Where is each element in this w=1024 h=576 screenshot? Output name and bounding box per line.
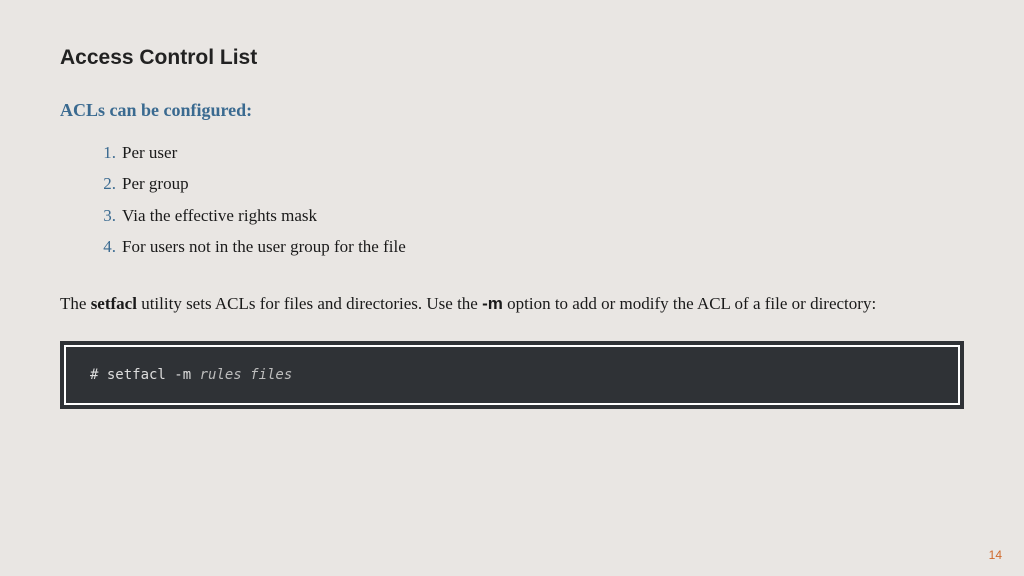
- code-args: rules files: [200, 367, 293, 383]
- list-item: 3. Via the effective rights mask: [122, 200, 964, 231]
- list-text: For users not in the user group for the …: [122, 237, 406, 256]
- list-item: 2. Per group: [122, 168, 964, 199]
- list-item: 4. For users not in the user group for t…: [122, 231, 964, 262]
- code-block: # setfacl -m rules files: [64, 345, 960, 405]
- list-number: 2.: [96, 168, 116, 199]
- desc-text: utility sets ACLs for files and director…: [137, 294, 482, 313]
- subheading: ACLs can be configured:: [60, 100, 964, 121]
- list-number: 1.: [96, 137, 116, 168]
- desc-text: The: [60, 294, 91, 313]
- code-command: setfacl -m: [107, 367, 200, 383]
- page-number: 14: [989, 548, 1002, 562]
- code-prompt: #: [90, 367, 107, 383]
- desc-bold-option: -m: [482, 294, 503, 313]
- desc-bold-setfacl: setfacl: [91, 294, 137, 313]
- list-text: Per group: [122, 174, 189, 193]
- description-paragraph: The setfacl utility sets ACLs for files …: [60, 287, 964, 321]
- page-title: Access Control List: [60, 46, 964, 70]
- list-number: 3.: [96, 200, 116, 231]
- list-text: Via the effective rights mask: [122, 206, 317, 225]
- list-text: Per user: [122, 143, 177, 162]
- desc-text: option to add or modify the ACL of a fil…: [503, 294, 876, 313]
- list-item: 1. Per user: [122, 137, 964, 168]
- list-number: 4.: [96, 231, 116, 262]
- config-list: 1. Per user 2. Per group 3. Via the effe…: [122, 137, 964, 263]
